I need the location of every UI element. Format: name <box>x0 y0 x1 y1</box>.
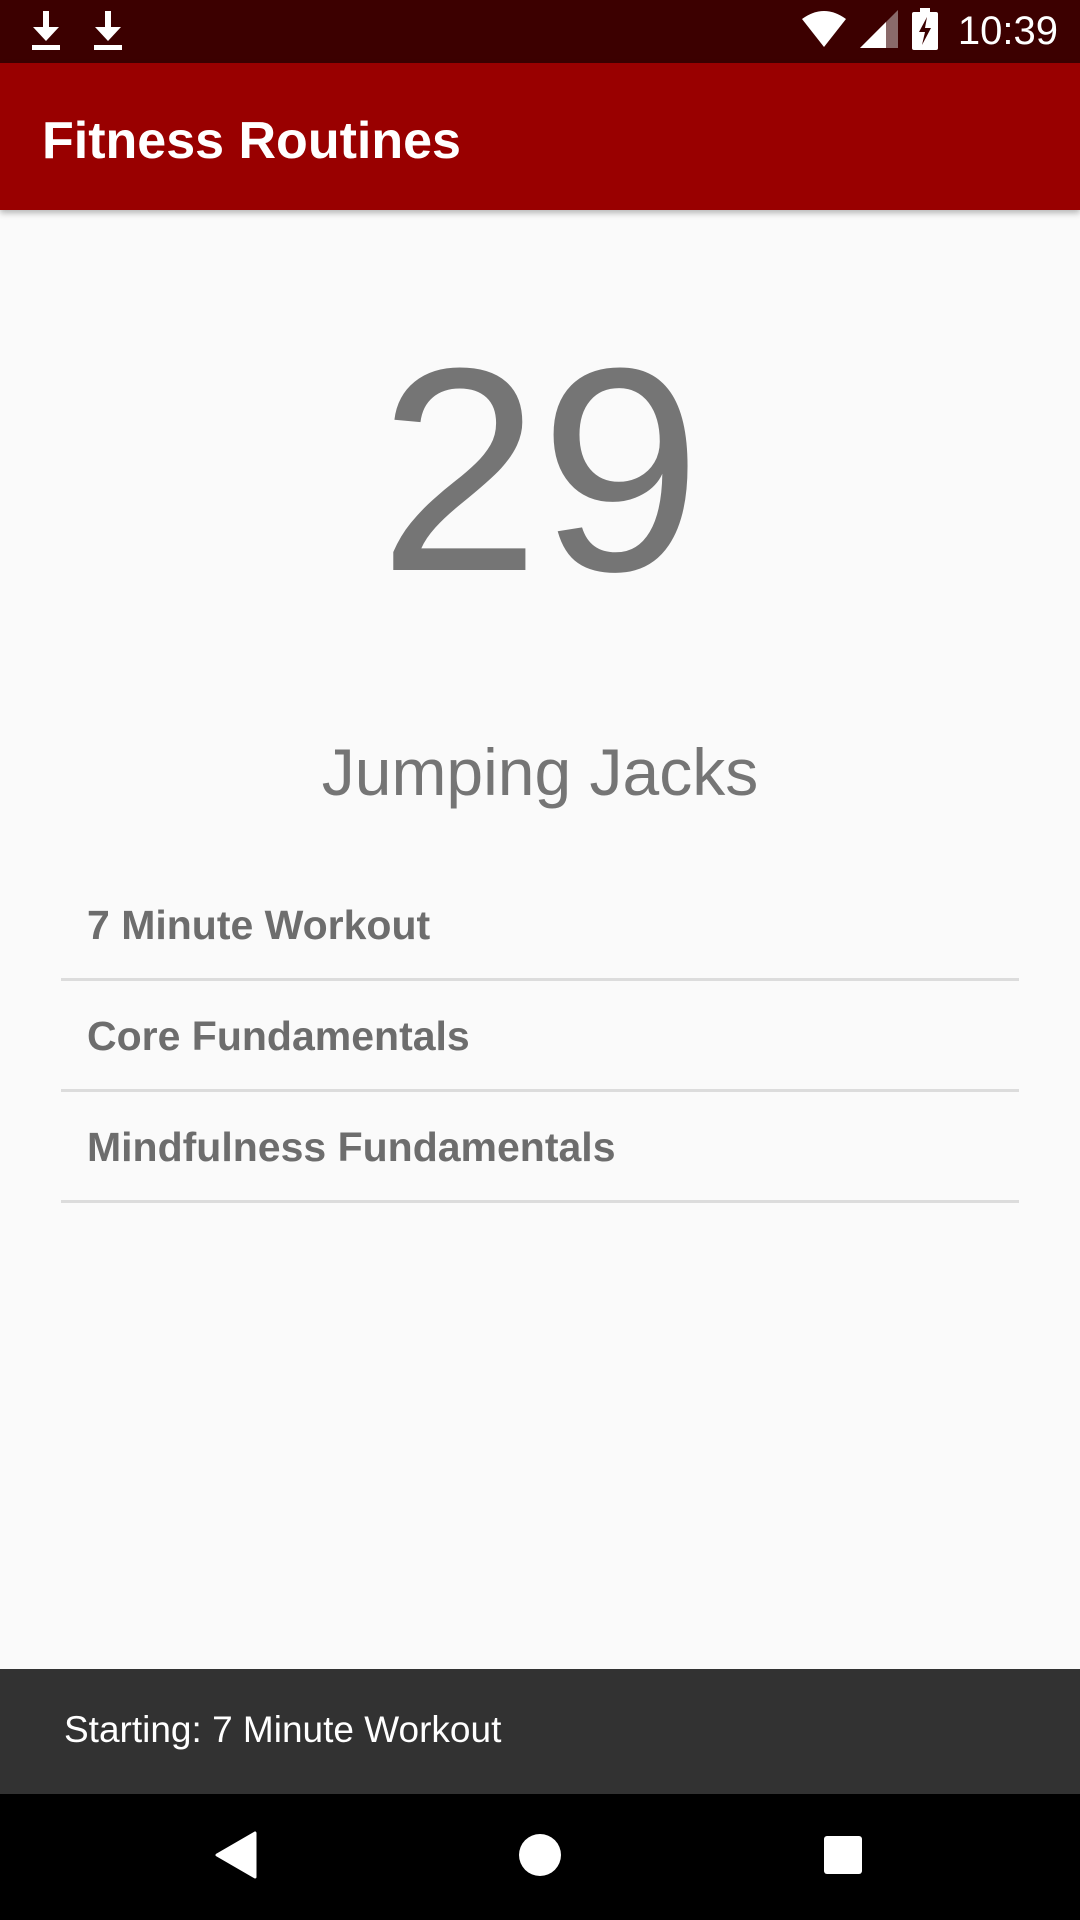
screen: 10:39 Fitness Routines 29 Jumping Jacks … <box>0 0 1080 1920</box>
nav-bar <box>0 1794 1080 1920</box>
home-icon <box>518 1833 562 1882</box>
routine-label: Mindfulness Fundamentals <box>87 1124 616 1170</box>
back-icon <box>215 1831 259 1884</box>
battery-charging-icon <box>911 7 938 55</box>
routine-label: Core Fundamentals <box>87 1013 470 1059</box>
status-notifications <box>30 10 124 54</box>
recents-icon <box>823 1835 863 1880</box>
routine-item-mindfulness-fundamentals[interactable]: Mindfulness Fundamentals <box>61 1092 1019 1203</box>
home-button[interactable] <box>507 1824 573 1890</box>
snackbar: Starting: 7 Minute Workout <box>0 1669 1080 1794</box>
back-button[interactable] <box>204 1824 270 1890</box>
snackbar-message: Starting: 7 Minute Workout <box>64 1709 502 1750</box>
routine-label: 7 Minute Workout <box>87 902 431 948</box>
exercise-name: Jumping Jacks <box>321 735 759 809</box>
wifi-icon <box>801 10 846 52</box>
routine-item-core-fundamentals[interactable]: Core Fundamentals <box>61 981 1019 1092</box>
download-icon <box>92 9 124 56</box>
app-bar: Fitness Routines <box>0 63 1080 210</box>
status-time: 10:39 <box>957 8 1058 53</box>
recents-button[interactable] <box>810 1824 876 1890</box>
download-icon <box>30 9 62 56</box>
routine-list: 7 Minute Workout Core Fundamentals Mindf… <box>61 870 1019 1203</box>
rep-counter: 29 <box>378 308 702 632</box>
cell-signal-icon <box>859 9 898 53</box>
app-title: Fitness Routines <box>42 112 461 170</box>
status-bar: 10:39 <box>0 0 1080 63</box>
routine-item-7-minute-workout[interactable]: 7 Minute Workout <box>61 870 1019 981</box>
status-indicators: 10:39 <box>801 7 1058 55</box>
